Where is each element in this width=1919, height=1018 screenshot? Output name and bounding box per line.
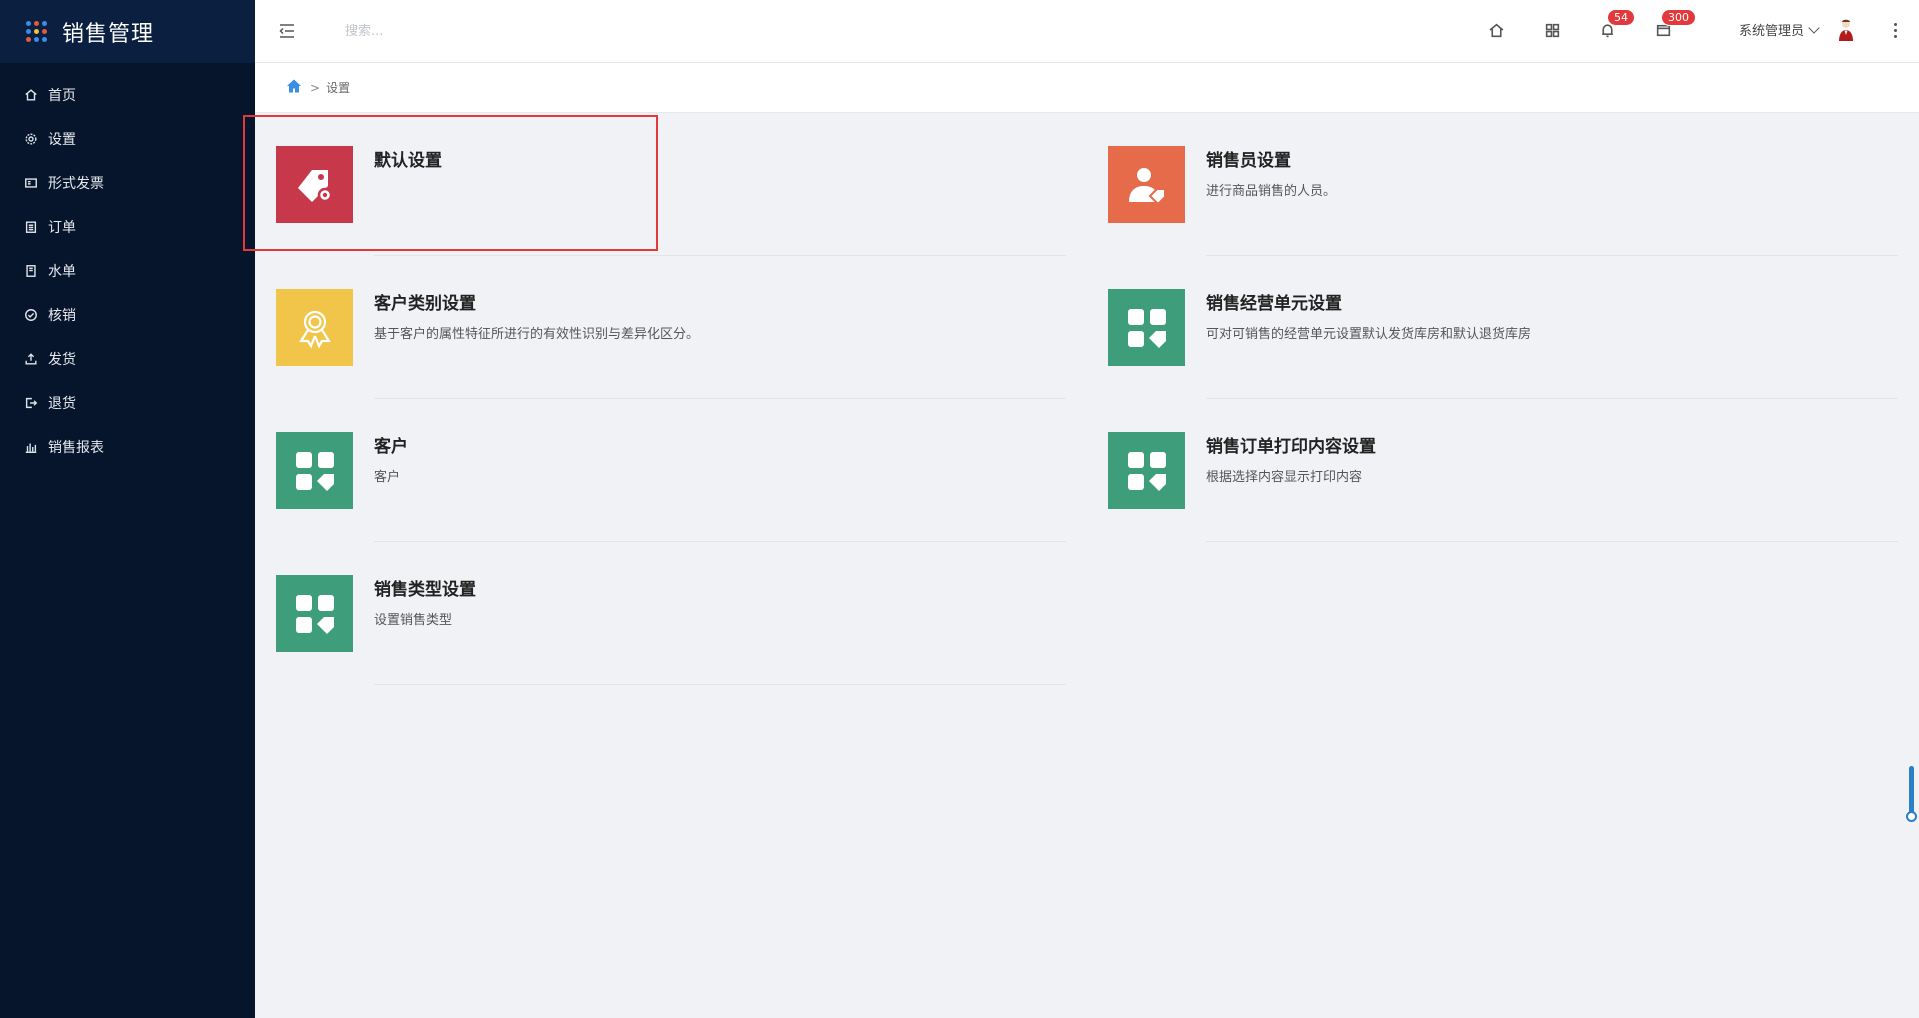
sidebar-menu: 首页 设置 形式发票 订单 水单 核销 发货 退货 销售报表: [0, 63, 255, 469]
sidebar-item-settings[interactable]: 设置: [0, 117, 255, 161]
notification-badge: 54: [1607, 9, 1635, 26]
price-tag-gear-icon: [276, 146, 353, 223]
settings-card-customer[interactable]: 客户 客户: [256, 399, 1066, 542]
settings-card-order-print-content[interactable]: 销售订单打印内容设置 根据选择内容显示打印内容: [1088, 399, 1898, 542]
apps-tag-icon: [276, 575, 353, 652]
sidebar-item-label: 核销: [48, 308, 76, 324]
brand[interactable]: 销售管理: [0, 0, 255, 63]
sidebar-item-orders[interactable]: 订单: [0, 205, 255, 249]
message-badge: 300: [1661, 9, 1696, 26]
sidebar-item-proforma-invoice[interactable]: 形式发票: [0, 161, 255, 205]
settings-card-salesperson[interactable]: 销售员设置 进行商品销售的人员。: [1088, 113, 1898, 256]
sidebar-item-receipts[interactable]: 水单: [0, 249, 255, 293]
app-title: 销售管理: [62, 21, 155, 47]
user-name: 系统管理员: [1739, 24, 1805, 39]
award-ribbon-icon: [276, 289, 353, 366]
user-menu[interactable]: 系统管理员: [1739, 20, 1820, 39]
grid-icon[interactable]: [1542, 20, 1562, 40]
clipboard-icon: [24, 220, 38, 234]
card-desc: 基于客户的属性特征所进行的有效性识别与差异化区分。: [374, 327, 700, 342]
sidebar-item-label: 水单: [48, 264, 76, 280]
card-desc: 进行商品销售的人员。: [1206, 184, 1337, 199]
apps-grid-icon: [26, 20, 48, 43]
card-title: 默认设置: [374, 151, 442, 171]
apps-tag-icon: [1108, 289, 1185, 366]
notification-bell-icon[interactable]: 54: [1597, 9, 1635, 40]
breadcrumb-home-icon[interactable]: [286, 78, 302, 97]
sidebar-item-sales-report[interactable]: 销售报表: [0, 425, 255, 469]
more-vertical-icon[interactable]: [1885, 20, 1905, 40]
sidebar-item-returns[interactable]: 退货: [0, 381, 255, 425]
sidebar-item-shipping[interactable]: 发货: [0, 337, 255, 381]
apps-tag-icon: [276, 432, 353, 509]
bar-chart-icon: [24, 440, 38, 454]
avatar[interactable]: [1835, 18, 1857, 42]
divider: [374, 684, 1066, 685]
card-title: 销售类型设置: [374, 580, 476, 600]
card-title: 销售订单打印内容设置: [1206, 437, 1376, 457]
logout-icon: [24, 396, 38, 410]
invoice-icon: [24, 176, 38, 190]
sidebar-item-label: 销售报表: [48, 440, 104, 456]
breadcrumb: > 设置: [255, 63, 1919, 113]
sidebar-item-label: 订单: [48, 220, 76, 236]
card-desc: 根据选择内容显示打印内容: [1206, 470, 1363, 485]
sidebar-item-label: 退货: [48, 396, 76, 412]
salesperson-icon: [1108, 146, 1185, 223]
sidebar-item-home[interactable]: 首页: [0, 73, 255, 117]
top-header: 54 300 系统管理员: [255, 0, 1919, 63]
breadcrumb-current: 设置: [326, 81, 351, 95]
sidebar-item-label: 首页: [48, 88, 76, 104]
settings-card-sales-business-unit[interactable]: 销售经营单元设置 可对可销售的经营单元设置默认发货库房和默认退货库房: [1088, 256, 1898, 399]
card-title: 客户类别设置: [374, 294, 476, 314]
search-input[interactable]: [345, 18, 605, 44]
gear-icon: [24, 132, 38, 146]
card-desc: 设置销售类型: [374, 613, 453, 628]
apps-tag-icon: [1108, 432, 1185, 509]
scroll-knob[interactable]: [1906, 811, 1917, 822]
home-icon[interactable]: [1486, 20, 1506, 40]
sidebar-item-writeoff[interactable]: 核销: [0, 293, 255, 337]
menu-collapse-icon[interactable]: [277, 21, 297, 41]
check-circle-icon: [24, 308, 38, 322]
card-title: 客户: [374, 437, 408, 457]
sidebar-item-label: 发货: [48, 352, 76, 368]
message-icon[interactable]: 300: [1653, 9, 1696, 40]
card-title: 销售经营单元设置: [1206, 294, 1342, 314]
settings-card-default[interactable]: 默认设置: [256, 113, 1066, 256]
sidebar-item-label: 设置: [48, 132, 76, 148]
receipt-icon: [24, 264, 38, 278]
divider: [1206, 541, 1898, 542]
sidebar: 销售管理 首页 设置 形式发票 订单 水单 核销 发货 退货 销售报表: [0, 0, 255, 1018]
card-desc: 客户: [374, 470, 401, 485]
sidebar-item-label: 形式发票: [48, 176, 104, 192]
chevron-down-icon: [1808, 21, 1820, 34]
settings-card-sales-type[interactable]: 销售类型设置 设置销售类型: [256, 542, 1066, 685]
home-icon: [24, 88, 38, 102]
upload-icon: [24, 352, 38, 366]
breadcrumb-separator: >: [310, 80, 321, 95]
card-title: 销售员设置: [1206, 151, 1291, 171]
settings-card-customer-category[interactable]: 客户类别设置 基于客户的属性特征所进行的有效性识别与差异化区分。: [256, 256, 1066, 399]
card-desc: 可对可销售的经营单元设置默认发货库房和默认退货库房: [1206, 327, 1532, 342]
